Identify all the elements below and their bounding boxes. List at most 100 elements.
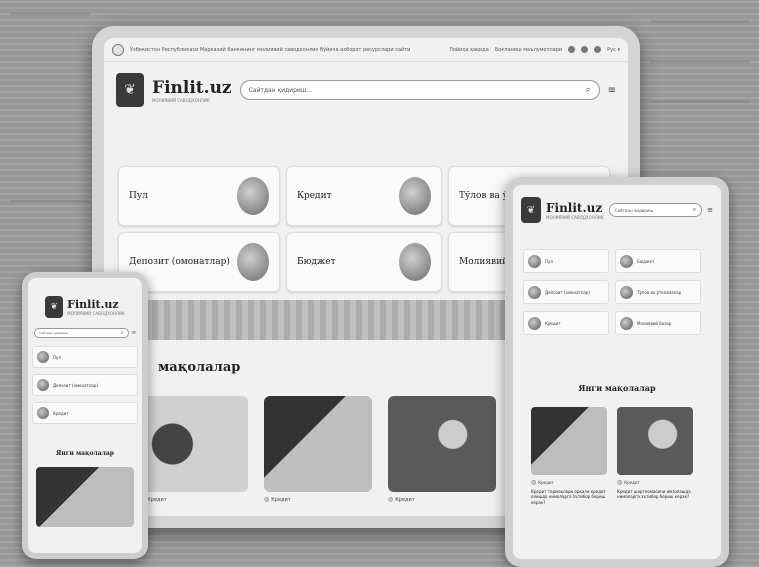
- article-card[interactable]: ◎Кредит: [140, 396, 248, 503]
- about-project-link[interactable]: Лойиҳа ҳақида: [449, 47, 489, 53]
- logo-title[interactable]: Finlit.uz: [152, 78, 232, 98]
- tablet-device: ❦ Finlit.uz МОЛИЯВИЙ САВОДХОНЛИК Сайтдан…: [505, 177, 729, 567]
- article-image-keys[interactable]: [617, 407, 693, 475]
- category-label: Кредит: [297, 191, 332, 201]
- finlit-logo-icon[interactable]: ❦: [116, 73, 144, 107]
- finlit-logo-icon[interactable]: ❦: [521, 197, 541, 223]
- phone-device: ❦ Finlit.uz МОЛИЯВИЙ САВОДХОНЛИК Сайтдан…: [22, 272, 148, 559]
- category-label: Депозит (омонатлар): [53, 382, 98, 388]
- logo-subtitle: МОЛИЯВИЙ САВОДХОНЛИК: [546, 214, 604, 220]
- bg-text-line: [650, 60, 750, 63]
- article-image-keys[interactable]: [388, 396, 496, 492]
- menu-icon[interactable]: ≡: [132, 330, 136, 336]
- deposit-icon: [37, 379, 49, 391]
- articles-section-title: Янги мақолалар: [56, 450, 114, 457]
- article-tag[interactable]: ◎Кредит: [617, 479, 693, 486]
- globe-icon[interactable]: [594, 46, 602, 53]
- article-tag[interactable]: ◎Кредит: [531, 479, 607, 486]
- credit-icon: [399, 177, 431, 215]
- tag-icon: ◎: [388, 496, 394, 503]
- articles-section-title: Янги мақолалар: [578, 383, 656, 393]
- search-icon[interactable]: ⌕: [586, 85, 591, 95]
- budget-icon: [620, 254, 633, 268]
- category-card-money[interactable]: Пул: [32, 346, 138, 368]
- article-card[interactable]: ◎ Кредит Кредит тармоқлари орқали кредит …: [531, 407, 607, 505]
- category-card-credit[interactable]: Кредит: [523, 311, 609, 335]
- article-image-calculator[interactable]: [531, 407, 607, 475]
- finlit-logo-icon[interactable]: ❦: [45, 296, 64, 318]
- article-title[interactable]: Кредит тармоқлари орқали кредит олишда н…: [531, 489, 607, 505]
- category-card-budget[interactable]: Бюджет: [615, 249, 701, 273]
- search-icon[interactable]: ⌕: [693, 206, 696, 214]
- article-tag-label: Кредит: [624, 480, 640, 485]
- article-card[interactable]: ◎Кредит: [264, 396, 372, 503]
- deposit-icon: [528, 285, 541, 299]
- search-input[interactable]: Сайтдан қидириш... ⌕: [239, 80, 600, 100]
- payments-icon: [620, 285, 633, 299]
- article-image-calculator[interactable]: [264, 396, 372, 492]
- gov-site-text: Ўзбекистон Республикаси Марказий банкини…: [130, 46, 411, 53]
- money-icon: [37, 351, 49, 363]
- category-card-deposit[interactable]: Депозит (омонатлар): [32, 374, 138, 396]
- article-tag[interactable]: ◎Кредит: [140, 496, 248, 503]
- market-icon: [620, 316, 633, 330]
- logo-subtitle: МОЛИЯВИЙ САВОДХОНЛИК: [152, 97, 210, 103]
- article-card[interactable]: ◎ Кредит Кредит шартномасини имзолашда ни…: [617, 407, 693, 505]
- category-label: Пул: [545, 258, 553, 264]
- category-label: Пул: [53, 354, 61, 360]
- money-icon: [237, 177, 269, 215]
- articles-list: ◎Кредит ◎Кредит ◎Кредит: [140, 396, 496, 503]
- logo-text: Finlit.uz МОЛИЯВИЙ САВОДХОНЛИК: [546, 201, 604, 220]
- logo-title[interactable]: Finlit.uz: [546, 201, 604, 215]
- article-tag[interactable]: ◎Кредит: [264, 496, 372, 503]
- category-label: Молиявий бозор: [637, 320, 672, 326]
- search-input[interactable]: Сайтдан қидириш ⌕: [608, 203, 703, 217]
- search-row: Сайтдан қидириш ⌕ ≡: [34, 328, 136, 338]
- category-card-money[interactable]: Пул: [523, 249, 609, 273]
- bg-text-line: [10, 200, 90, 203]
- search-placeholder: Сайтдан қидириш: [614, 207, 654, 213]
- article-image-house-key[interactable]: [140, 396, 248, 492]
- category-card-deposit[interactable]: Депозит (омонатлар): [523, 280, 609, 304]
- logo-title[interactable]: Finlit.uz: [67, 298, 125, 311]
- category-list: Пул Депозит (омонатлар) Кредит: [32, 346, 138, 424]
- tag-icon: ◎: [617, 479, 623, 486]
- search-icon[interactable]: ⌕: [121, 330, 124, 336]
- category-card-money[interactable]: Пул: [118, 166, 280, 226]
- phone-screen: ❦ Finlit.uz МОЛИЯВИЙ САВОДХОНЛИК Сайтдан…: [28, 278, 142, 553]
- category-card-credit[interactable]: Кредит: [286, 166, 442, 226]
- logo-text: Finlit.uz МОЛИЯВИЙ САВОДХОНЛИК: [67, 298, 125, 316]
- search-placeholder: Сайтдан қидириш...: [248, 86, 313, 94]
- article-card[interactable]: ◎Кредит: [388, 396, 496, 503]
- site-header: ❦ Finlit.uz МОЛИЯВИЙ САВОДХОНЛИК Сайтдан…: [104, 62, 628, 118]
- category-label: Кредит: [53, 410, 69, 416]
- category-label: Бюджет: [297, 257, 336, 267]
- contacts-link[interactable]: Боғланиш маълумотлари: [495, 47, 562, 53]
- credit-icon: [37, 407, 49, 419]
- logo-subtitle: МОЛИЯВИЙ САВОДХОНЛИК: [67, 311, 125, 316]
- tablet-screen: ❦ Finlit.uz МОЛИЯВИЙ САВОДХОНЛИК Сайтдан…: [513, 185, 721, 559]
- menu-icon[interactable]: ≡: [707, 206, 713, 214]
- logo-text: Finlit.uz МОЛИЯВИЙ САВОДХОНЛИК: [152, 78, 232, 103]
- accessibility-icon[interactable]: [568, 46, 576, 53]
- article-tag[interactable]: ◎Кредит: [388, 496, 496, 503]
- credit-icon: [528, 316, 541, 330]
- category-card-financial-market[interactable]: Молиявий бозор: [615, 311, 701, 335]
- article-title[interactable]: Кредит шартномасини имзолашда нималарга …: [617, 489, 693, 500]
- menu-icon[interactable]: ≡: [608, 85, 616, 96]
- tag-icon: ◎: [531, 479, 537, 486]
- top-bar: Ўзбекистон Республикаси Марказий банкини…: [104, 38, 628, 62]
- mobile-icon[interactable]: [581, 46, 589, 53]
- category-card-credit[interactable]: Кредит: [32, 402, 138, 424]
- article-tag-label: Кредит: [147, 496, 167, 503]
- search-placeholder: Сайтдан қидириш: [39, 331, 68, 335]
- category-card-budget[interactable]: Бюджет: [286, 232, 442, 292]
- bg-text-line: [650, 100, 750, 103]
- category-card-payments[interactable]: Тўлов ва ўтказмалар: [615, 280, 701, 304]
- article-image-calculator[interactable]: [36, 467, 134, 527]
- category-label: Кредит: [545, 320, 561, 326]
- language-switcher[interactable]: Рус ▾: [607, 47, 620, 53]
- search-input[interactable]: Сайтдан қидириш ⌕: [34, 328, 129, 338]
- category-label: Депозит (омонатлар): [545, 289, 590, 295]
- category-label: Пул: [129, 191, 148, 201]
